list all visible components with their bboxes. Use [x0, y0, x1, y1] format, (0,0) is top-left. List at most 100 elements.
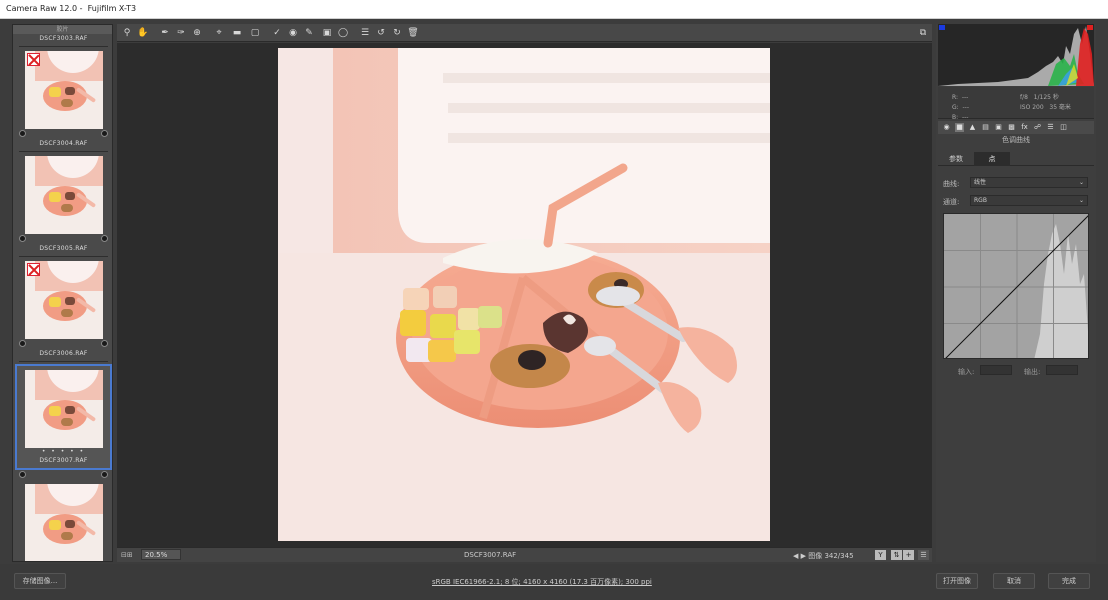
- filmstrip-item[interactable]: DSCF3005.RAF: [13, 244, 112, 349]
- channel-label: 通道:: [943, 198, 960, 206]
- cancel-button[interactable]: 取消: [993, 573, 1035, 589]
- canvas-status-bar: ⊟⊞ 20.5% DSCF3007.RAF ◀ ▶ 图像 342/345 Y ⇅…: [117, 547, 932, 562]
- settings-badge-icon: [19, 340, 26, 347]
- reject-icon: [26, 53, 40, 66]
- output-label: 输出:: [1024, 368, 1041, 376]
- filmstrip-item-name: DSCF3007.RAF: [39, 457, 88, 464]
- output-field[interactable]: [1046, 365, 1078, 375]
- tab-parametric[interactable]: 参数: [938, 152, 974, 166]
- done-button[interactable]: 完成: [1048, 573, 1090, 589]
- settings-badge-icon: [19, 235, 26, 242]
- zoom-out-icon[interactable]: ⊟⊞: [121, 551, 133, 559]
- curve-label: 曲线:: [943, 180, 960, 188]
- settings-badge-icon: [19, 130, 26, 137]
- title-bar: Camera Raw 12.0 - Fujifilm X-T3: [0, 0, 1108, 19]
- filmstrip-item-name: DSCF3004.RAF: [39, 140, 88, 147]
- divider: [19, 256, 108, 257]
- swap-button[interactable]: ⇅: [891, 550, 902, 560]
- hand-icon[interactable]: ✋: [137, 27, 149, 39]
- workflow-options-link[interactable]: sRGB IEC61966-2.1; 8 位; 4160 x 4160 (17.…: [432, 577, 652, 587]
- rating-stars[interactable]: • • • • •: [17, 448, 110, 456]
- toolbar: ⚲ ✋ ✒ ✑ ⊕ ⌖ ▬ ▢ ✓ ◉ ✎ ▣ ◯ ☰ ↺ ↻ 🗑 ⧉: [117, 24, 932, 42]
- window-title: Camera Raw 12.0 - Fujifilm X-T3: [6, 4, 137, 13]
- exif-readout: f/8 1/125 秒 ISO 200 35 毫米: [1020, 94, 1071, 111]
- targeted-adjust-icon[interactable]: ⊕: [191, 27, 203, 39]
- curve-subtabs: 参数 点: [938, 152, 1094, 166]
- straighten-icon[interactable]: ▬: [231, 27, 243, 39]
- preferences-icon[interactable]: ☰: [359, 27, 371, 39]
- filmstrip-item[interactable]: [13, 484, 112, 561]
- input-field[interactable]: [980, 365, 1012, 375]
- thumbnail[interactable]: [24, 261, 103, 339]
- zoom-icon[interactable]: ⚲: [121, 27, 133, 39]
- calibration-icon[interactable]: ☍: [1033, 123, 1042, 132]
- bottom-bar: 存储图像... sRGB IEC61966-2.1; 8 位; 4160 x 4…: [0, 564, 1108, 600]
- white-balance-icon[interactable]: ✒: [159, 27, 171, 39]
- adjustment-panel: R: --- G: --- B: --- f/8 1/125 秒 ISO 200…: [936, 24, 1096, 562]
- effects-icon[interactable]: fx: [1020, 123, 1029, 132]
- divider: [19, 151, 108, 152]
- spot-removal-icon[interactable]: ✓: [271, 27, 283, 39]
- rotate-cw-icon[interactable]: ↻: [391, 27, 403, 39]
- histogram: [938, 24, 1094, 86]
- before-after-y-button[interactable]: Y: [875, 550, 886, 560]
- presets-icon[interactable]: ☰: [1046, 123, 1055, 132]
- filmstrip-item[interactable]: DSCF3003.RAF: [13, 34, 112, 139]
- filmstrip: 胶片 DSCF3003.RAF DSCF3004.RAF DSCF3005.RA…: [12, 24, 113, 562]
- thumbnail[interactable]: [24, 51, 103, 129]
- preview-image: [278, 48, 770, 541]
- channel-row: 通道: RGB ⌄: [938, 194, 1094, 208]
- panel-tabs: ◉ ■ ▲ ▤ ▣ ▩ fx ☍ ☰ ◫: [938, 121, 1094, 134]
- zoom-select[interactable]: 20.5%: [141, 549, 181, 560]
- thumbnail[interactable]: [24, 156, 103, 234]
- transform-icon[interactable]: ▢: [249, 27, 261, 39]
- open-image-button[interactable]: 打开图像: [936, 573, 978, 589]
- tone-curve-graph[interactable]: [943, 213, 1089, 359]
- snapshots-icon[interactable]: ◫: [1059, 123, 1068, 132]
- color-sampler-icon[interactable]: ✑: [175, 27, 187, 39]
- filmstrip-header: 胶片: [13, 25, 112, 34]
- red-eye-icon[interactable]: ◉: [287, 27, 299, 39]
- curve-row: 曲线: 线性 ⌄: [938, 176, 1094, 190]
- filmstrip-item-name: DSCF3003.RAF: [39, 35, 88, 42]
- thumbnail[interactable]: [24, 484, 103, 561]
- adjusted-badge-icon: [101, 235, 108, 242]
- split-toning-icon[interactable]: ▣: [994, 123, 1003, 132]
- tone-curve-icon[interactable]: ■: [955, 123, 964, 132]
- adjustment-brush-icon[interactable]: ✎: [303, 27, 315, 39]
- histogram-graph: [938, 24, 1094, 86]
- hsl-icon[interactable]: ▤: [981, 123, 990, 132]
- chevron-down-icon: ⌄: [1078, 197, 1084, 204]
- basic-icon[interactable]: ◉: [942, 123, 951, 132]
- channel-select[interactable]: RGB ⌄: [970, 195, 1088, 206]
- image-canvas[interactable]: [117, 43, 932, 547]
- photo-illustration: [278, 48, 770, 541]
- save-image-button[interactable]: 存储图像...: [14, 573, 66, 589]
- filmstrip-item-selected[interactable]: DSCF3006.RAF • • • • • DSCF3007.RAF: [13, 349, 112, 480]
- graduated-filter-icon[interactable]: ▣: [321, 27, 333, 39]
- panel-title: 色调曲线: [1002, 136, 1030, 144]
- image-navigator[interactable]: ◀ ▶ 图像 342/345: [793, 551, 854, 561]
- thumbnail[interactable]: [24, 370, 103, 448]
- curve-io: 输入: 输出:: [938, 364, 1094, 378]
- fullscreen-icon[interactable]: ⧉: [917, 27, 929, 39]
- detail-icon[interactable]: ▲: [968, 123, 977, 132]
- radial-filter-icon[interactable]: ◯: [337, 27, 349, 39]
- curve-select[interactable]: 线性 ⌄: [970, 177, 1088, 188]
- info-readout: R: --- G: --- B: --- f/8 1/125 秒 ISO 200…: [938, 87, 1094, 121]
- view-menu-icon[interactable]: ☰: [918, 550, 929, 560]
- input-label: 输入:: [958, 368, 975, 376]
- trash-icon[interactable]: 🗑: [407, 27, 419, 39]
- copy-settings-button[interactable]: +: [903, 550, 914, 560]
- adjusted-badge-icon: [101, 471, 108, 478]
- crop-icon[interactable]: ⌖: [213, 27, 225, 39]
- tab-point[interactable]: 点: [974, 152, 1010, 166]
- adjusted-badge-icon: [101, 340, 108, 347]
- chevron-down-icon: ⌄: [1078, 179, 1084, 186]
- lens-corrections-icon[interactable]: ▩: [1007, 123, 1016, 132]
- rotate-ccw-icon[interactable]: ↺: [375, 27, 387, 39]
- filmstrip-item[interactable]: DSCF3004.RAF: [13, 139, 112, 244]
- divider: [19, 46, 108, 47]
- filmstrip-item-name: DSCF3005.RAF: [39, 245, 88, 252]
- current-filename: DSCF3007.RAF: [464, 551, 517, 559]
